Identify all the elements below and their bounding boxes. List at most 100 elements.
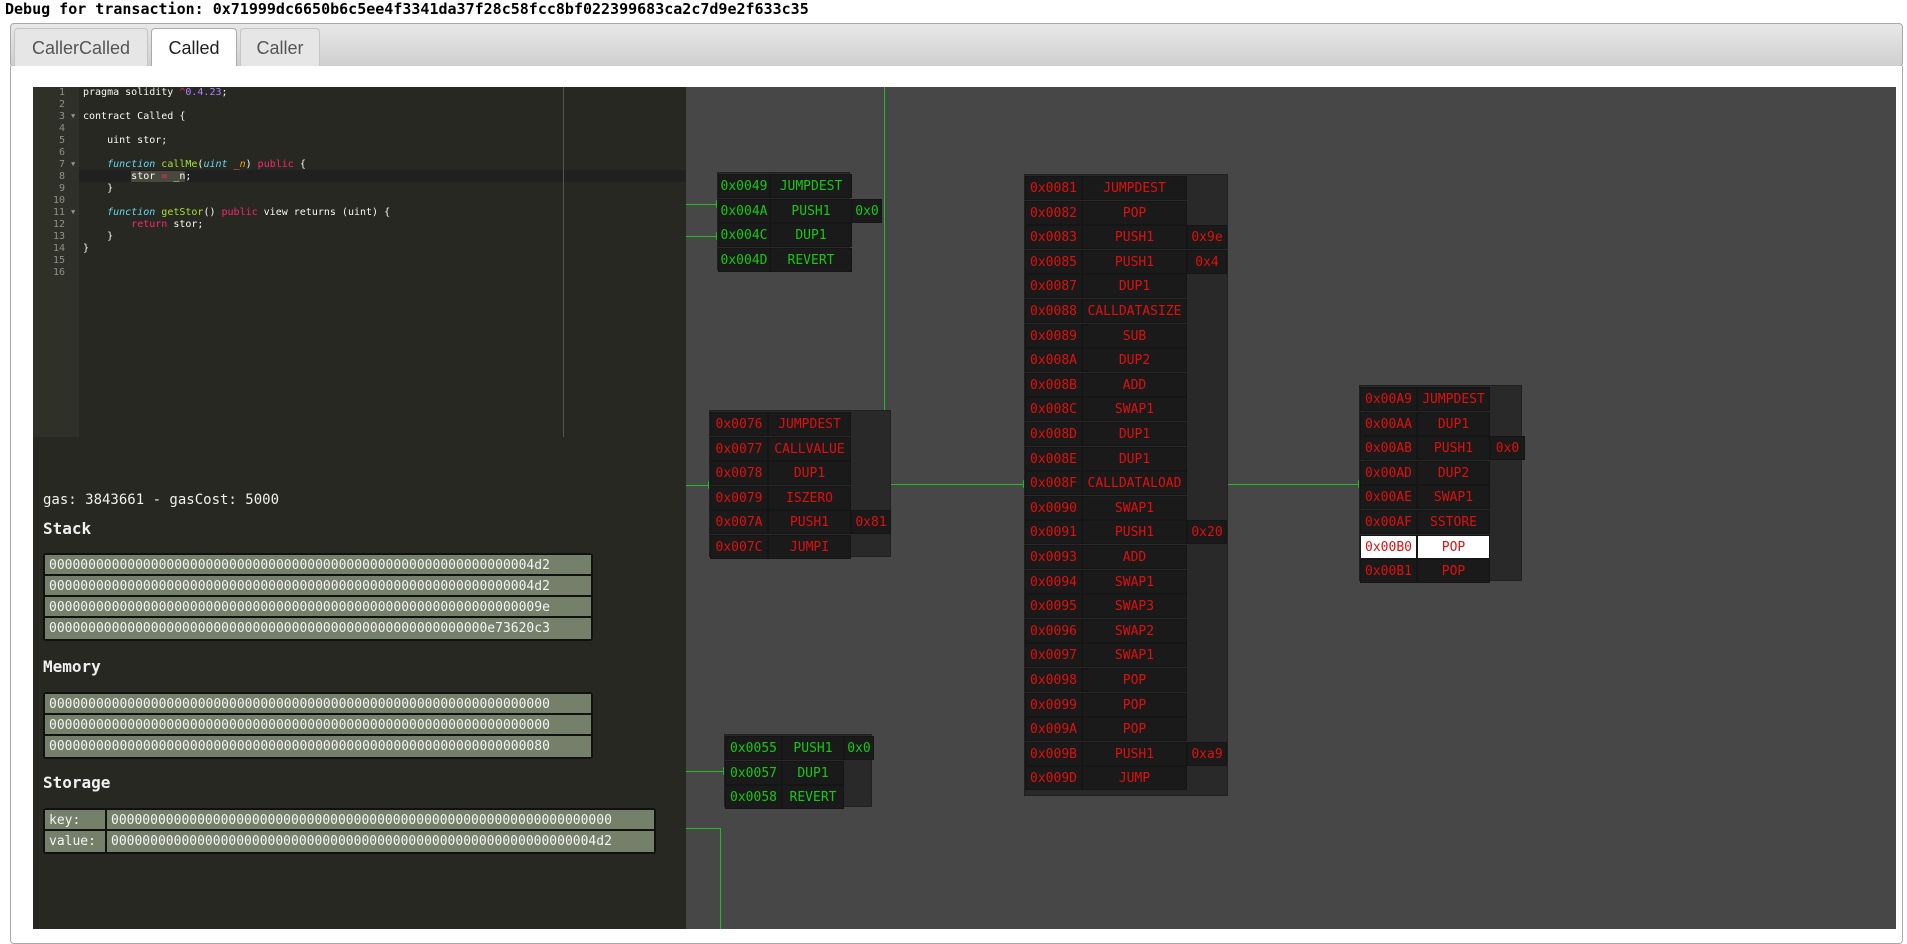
instruction-opcode: CALLDATALOAD	[1082, 471, 1187, 495]
instruction-opcode: CALLDATASIZE	[1082, 299, 1187, 323]
storage-key-label: key:	[45, 810, 107, 829]
instruction-opcode: PUSH1	[1082, 742, 1187, 766]
instruction-opcode: JUMPDEST	[770, 174, 852, 198]
instruction-address: 0x008B	[1025, 373, 1082, 397]
instruction-address: 0x0081	[1025, 176, 1082, 200]
line-number: 6	[58, 147, 65, 158]
instruction-address: 0x00AA	[1360, 412, 1417, 436]
cfg-edge	[686, 236, 716, 237]
storage-value-label: value:	[45, 831, 107, 852]
instruction-opcode: POP	[1082, 717, 1187, 741]
line-number: 13	[52, 231, 65, 242]
instruction-opcode: DUP1	[1082, 274, 1187, 298]
instruction-address: 0x0089	[1025, 324, 1082, 348]
instruction-address: 0x0099	[1025, 693, 1082, 717]
instruction-address: 0x0077	[710, 437, 768, 461]
instruction-opcode: JUMPDEST	[768, 412, 851, 436]
instruction-address: 0x008C	[1025, 397, 1082, 421]
instruction-address: 0x0096	[1025, 619, 1082, 643]
instruction-opcode: PUSH1	[768, 510, 851, 534]
stack-item: 0000000000000000000000000000000000000000…	[45, 597, 591, 618]
instruction-opcode: SSTORE	[1417, 510, 1490, 534]
instruction-address: 0x00AE	[1360, 485, 1417, 509]
line-number: 4	[58, 123, 65, 134]
instruction-opcode: CALLVALUE	[768, 437, 851, 461]
stack-item: 0000000000000000000000000000000000000000…	[45, 576, 591, 597]
instruction-opcode: PUSH1	[782, 736, 844, 760]
cfg-block[interactable]: 0x0076 JUMPDEST 0x0077 CALLVALUE 0x0078 DUP1 0…	[709, 410, 891, 559]
memory-item: 0000000000000000000000000000000000000000…	[45, 694, 591, 715]
instruction-argument: 0x0	[1490, 436, 1525, 460]
instruction-address: 0x009A	[1025, 717, 1082, 741]
instruction-opcode: PUSH1	[1417, 436, 1490, 460]
instruction-argument: 0x20	[1187, 520, 1227, 544]
instruction-opcode: SWAP1	[1082, 570, 1187, 594]
line-number: 11	[52, 207, 65, 218]
instruction-opcode: POP	[1082, 693, 1187, 717]
line-number: 7	[58, 159, 65, 170]
instruction-address: 0x009B	[1025, 742, 1082, 766]
line-number: 3	[58, 111, 65, 122]
stack-item: 0000000000000000000000000000000000000000…	[45, 618, 591, 639]
line-number: 1	[58, 87, 65, 98]
code-line: contract Called {	[83, 111, 186, 122]
instruction-address: 0x00AD	[1360, 461, 1417, 485]
code-line: }	[83, 183, 114, 194]
instruction-opcode: PUSH1	[1082, 250, 1187, 274]
line-number: 16	[52, 267, 65, 278]
cfg-edge	[1227, 484, 1358, 485]
instruction-opcode: POP	[1417, 535, 1490, 559]
instruction-opcode: DUP1	[1082, 447, 1187, 471]
instruction-address: 0x0091	[1025, 520, 1082, 544]
instruction-address: 0x0087	[1025, 274, 1082, 298]
instruction-argument: 0x81	[851, 510, 891, 534]
instruction-argument: 0x0	[852, 199, 882, 223]
storage-value-value: 0000000000000000000000000000000000000000…	[111, 834, 612, 849]
cfg-block[interactable]: 0x0055 PUSH1 0x0 0x0057 DUP1 0x0058 REVERT	[724, 734, 874, 809]
editor-print-margin	[563, 87, 564, 437]
instruction-address: 0x0090	[1025, 496, 1082, 520]
memory-item: 0000000000000000000000000000000000000000…	[45, 715, 591, 736]
line-number: 2	[58, 99, 65, 110]
instruction-opcode: SUB	[1082, 324, 1187, 348]
tab-caller[interactable]: Caller	[240, 28, 320, 68]
instruction-opcode: DUP1	[1082, 422, 1187, 446]
tab-caller-called[interactable]: CallerCalled	[14, 28, 148, 68]
line-number: 10	[52, 195, 65, 206]
instruction-opcode: SWAP1	[1082, 643, 1187, 667]
stack-list: 0000000000000000000000000000000000000000…	[43, 553, 593, 641]
instruction-opcode: SWAP1	[1082, 397, 1187, 421]
code-line: function getStor() public view returns (…	[107, 207, 391, 218]
fold-arrow-icon[interactable]: ▼	[71, 112, 75, 120]
instruction-address: 0x0093	[1025, 545, 1082, 569]
instruction-address: 0x004C	[718, 223, 770, 247]
cfg-edge	[884, 87, 885, 410]
instruction-address: 0x008E	[1025, 447, 1082, 471]
instruction-address: 0x0055	[725, 736, 782, 760]
cfg-block[interactable]: 0x0081 JUMPDEST 0x0082 POP 0x0083 PUSH1 0x9e 0x…	[1024, 174, 1228, 796]
instruction-opcode: PUSH1	[770, 199, 852, 223]
cfg-block[interactable]: 0x00A9 JUMPDEST 0x00AA DUP1 0x00AB PUSH1 0x0 0x…	[1359, 385, 1525, 583]
instruction-address: 0x0083	[1025, 225, 1082, 249]
cfg-block[interactable]: 0x0049 JUMPDEST 0x004A PUSH1 0x0 0x004C DUP1 0x…	[717, 172, 882, 272]
tab-called[interactable]: Called	[151, 28, 237, 69]
page-title: Debug for transaction: 0x71999dc6650b6c5…	[5, 0, 809, 18]
fold-arrow-icon[interactable]: ▼	[71, 160, 75, 168]
code-line: }	[83, 231, 114, 242]
instruction-address: 0x0058	[725, 785, 782, 809]
cfg-edge	[686, 828, 720, 829]
instruction-opcode: SWAP1	[1082, 496, 1187, 520]
line-number: 12	[52, 219, 65, 230]
control-flow-graph[interactable]: 0x0049 JUMPDEST 0x004A PUSH1 0x0 0x004C DUP1 0x…	[686, 87, 1896, 929]
instruction-address: 0x0088	[1025, 299, 1082, 323]
instruction-opcode: ADD	[1082, 545, 1187, 569]
memory-heading: Memory	[43, 657, 101, 676]
gas-info: gas: 3843661 - gasCost: 5000	[43, 492, 280, 508]
instruction-address: 0x0082	[1025, 201, 1082, 225]
line-number: 9	[58, 183, 65, 194]
instruction-address: 0x0079	[710, 486, 768, 510]
code-line: pragma solidity ^0.4.23;	[83, 87, 228, 98]
fold-arrow-icon[interactable]: ▼	[71, 208, 75, 216]
instruction-address: 0x00AF	[1360, 510, 1417, 534]
code-editor[interactable]: 1 2 3 4 5 6 7 8 9 10 11 12 13 14 15 16 ▼…	[33, 87, 686, 437]
